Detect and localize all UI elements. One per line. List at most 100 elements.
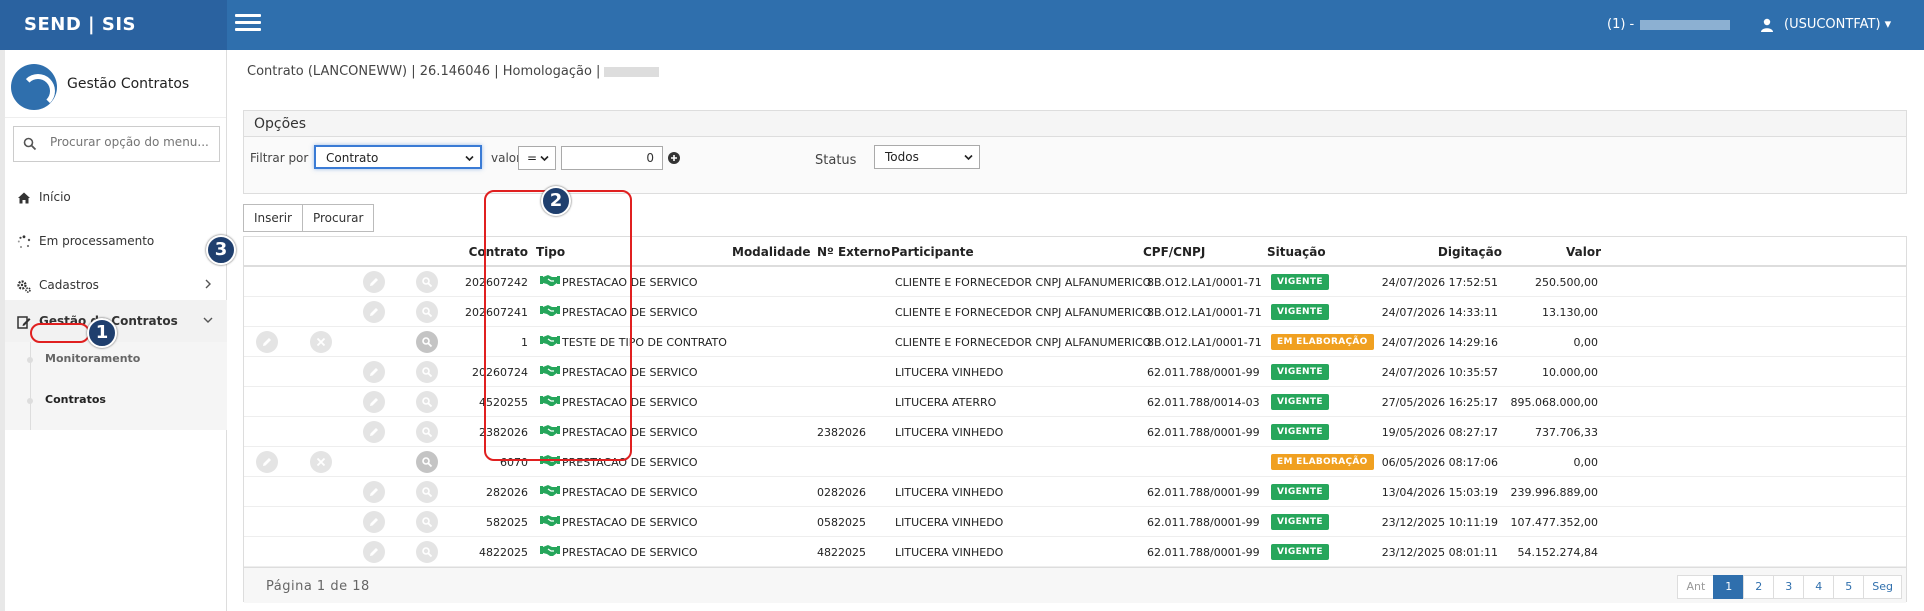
cell-externo: 2382026 <box>817 426 866 439</box>
cell-cpf-cnpj: 62.011.788/0001-99 <box>1147 426 1260 439</box>
submenu-bullet <box>27 398 33 404</box>
menu-search-input[interactable] <box>50 135 210 149</box>
cell-digitacao: 13/04/2026 15:03:19 <box>1381 486 1498 499</box>
sidebar-item-label: Início <box>39 190 71 204</box>
cell-cpf-cnpj: 62.011.788/0001-99 <box>1147 546 1260 559</box>
sidebar-title: Gestão Contratos <box>67 76 190 92</box>
home-icon <box>18 192 30 203</box>
menu-search[interactable] <box>13 126 220 162</box>
edit-icon[interactable] <box>363 421 385 443</box>
menu-toggle-icon[interactable] <box>235 14 261 34</box>
cell-externo: 4822025 <box>817 546 866 559</box>
cell-participante: LITUCERA VINHEDO <box>895 486 1004 499</box>
add-filter-icon[interactable] <box>668 152 680 164</box>
page-button-3[interactable]: 3 <box>1773 575 1805 599</box>
edit-icon[interactable] <box>363 271 385 293</box>
cell-tipo: PRESTACAO DE SERVICO <box>562 516 698 529</box>
edit-icon[interactable] <box>363 391 385 413</box>
submenu-gestao-contratos: Monitoramento Contratos <box>5 342 227 430</box>
view-icon[interactable] <box>416 481 438 503</box>
table-row[interactable]: 4822025 PRESTACAO DE SERVICO 4822025 LITUCE… <box>244 537 1906 567</box>
user-menu[interactable]: (USUCONTFAT) ▾ <box>1760 0 1891 50</box>
page-button-5[interactable]: 5 <box>1833 575 1865 599</box>
cell-participante: CLIENTE E FORNECEDOR CNPJ ALFANUMERICO <box>895 276 1152 289</box>
edit-icon[interactable] <box>363 361 385 383</box>
edit-icon[interactable] <box>363 541 385 563</box>
table-row[interactable]: 582025 PRESTACAO DE SERVICO 0582025 LITUCER… <box>244 507 1906 537</box>
cell-participante: LITUCERA VINHEDO <box>895 516 1004 529</box>
col-externo[interactable]: Nº Externo <box>817 245 891 259</box>
delete-icon[interactable] <box>310 331 332 353</box>
view-icon[interactable] <box>416 361 438 383</box>
search-button[interactable]: Procurar <box>302 204 375 232</box>
cell-cpf-cnpj: 8B.O12.LA1/0001-71 <box>1147 336 1262 349</box>
cell-participante: CLIENTE E FORNECEDOR CNPJ ALFANUMERICO <box>895 336 1152 349</box>
sidebar-item-inicio[interactable]: Início <box>5 176 227 218</box>
edit-icon[interactable] <box>363 481 385 503</box>
view-icon[interactable] <box>416 301 438 323</box>
status-badge: VIGENTE <box>1271 274 1329 290</box>
insert-button[interactable]: Inserir <box>243 204 303 232</box>
filter-select-value: Contrato <box>326 151 379 165</box>
annotation-highlight-contratos <box>30 323 90 343</box>
view-icon[interactable] <box>416 541 438 563</box>
edit-icon[interactable] <box>256 331 278 353</box>
sidebar-item-label: Em processamento <box>39 234 155 248</box>
delete-icon[interactable] <box>310 451 332 473</box>
view-icon[interactable] <box>416 421 438 443</box>
view-icon[interactable] <box>416 391 438 413</box>
user-icon <box>1761 18 1773 32</box>
page-info: Página 1 de 18 <box>266 579 370 594</box>
edit-icon[interactable] <box>363 301 385 323</box>
operator-select[interactable]: = <box>518 146 556 170</box>
status-badge: VIGENTE <box>1271 364 1329 380</box>
submenu-bullet <box>27 357 33 363</box>
filter-select[interactable]: Contrato <box>314 145 482 169</box>
col-cpf-cnpj[interactable]: CPF/CNPJ <box>1143 245 1205 259</box>
cell-cpf-cnpj: 62.011.788/0001-99 <box>1147 516 1260 529</box>
submenu-line <box>30 342 31 430</box>
cell-digitacao: 23/12/2025 10:11:19 <box>1381 516 1498 529</box>
view-icon[interactable] <box>416 331 438 353</box>
submenu-item-contratos[interactable]: Contratos <box>45 393 106 406</box>
view-icon[interactable] <box>416 271 438 293</box>
page-next-button[interactable]: Seg <box>1863 575 1902 599</box>
cell-valor: 0,00 <box>1573 336 1599 349</box>
cell-participante: CLIENTE E FORNECEDOR CNPJ ALFANUMERICO <box>895 306 1152 319</box>
submenu-item-monitoramento[interactable]: Monitoramento <box>45 352 140 365</box>
valor-input[interactable]: 0 <box>561 146 663 170</box>
sidebar-item-em-processamento[interactable]: Em processamento <box>5 220 227 262</box>
page-button-2[interactable]: 2 <box>1743 575 1775 599</box>
view-icon[interactable] <box>416 511 438 533</box>
page-prev-button[interactable]: Ant <box>1677 575 1715 599</box>
top-navbar: SEND | SIS (1) - (USUCONTFAT) ▾ <box>0 0 1924 50</box>
notification-count[interactable]: (1) - <box>1607 0 1731 50</box>
status-badge: EM ELABORAÇÃO <box>1271 454 1374 470</box>
breadcrumb: Contrato (LANCONEWW) | 26.146046 | Homol… <box>247 64 660 79</box>
chevron-down-icon <box>203 317 213 323</box>
col-situacao[interactable]: Situação <box>1267 245 1326 259</box>
col-modalidade[interactable]: Modalidade <box>732 245 811 259</box>
status-select[interactable]: Todos <box>874 145 980 169</box>
page-button-4[interactable]: 4 <box>1803 575 1835 599</box>
brand-logo[interactable]: SEND | SIS <box>0 0 227 50</box>
edit-icon[interactable] <box>363 511 385 533</box>
handshake-icon <box>540 515 560 526</box>
chevron-down-icon <box>964 154 973 161</box>
cell-digitacao: 24/07/2026 10:35:57 <box>1381 366 1498 379</box>
annotation-highlight-tipo <box>484 190 632 461</box>
cell-valor: 107.477.352,00 <box>1510 516 1598 529</box>
table-row[interactable]: 282026 PRESTACAO DE SERVICO 0282026 LITUCER… <box>244 477 1906 507</box>
options-panel: Opções Filtrar por Contrato valor = 0 St… <box>243 110 1907 194</box>
page-button-1[interactable]: 1 <box>1713 575 1745 599</box>
cell-cpf-cnpj: 62.011.788/0001-99 <box>1147 366 1260 379</box>
edit-icon[interactable] <box>256 451 278 473</box>
view-icon[interactable] <box>416 451 438 473</box>
sidebar-item-label: Cadastros <box>39 278 99 292</box>
cell-digitacao: 06/05/2026 08:17:06 <box>1381 456 1498 469</box>
col-digitacao[interactable]: Digitação <box>1404 245 1502 259</box>
cell-valor: 737.706,33 <box>1535 426 1598 439</box>
col-participante[interactable]: Participante <box>891 245 974 259</box>
col-valor[interactable]: Valor <box>1504 245 1601 259</box>
cell-participante: LITUCERA VINHEDO <box>895 366 1004 379</box>
